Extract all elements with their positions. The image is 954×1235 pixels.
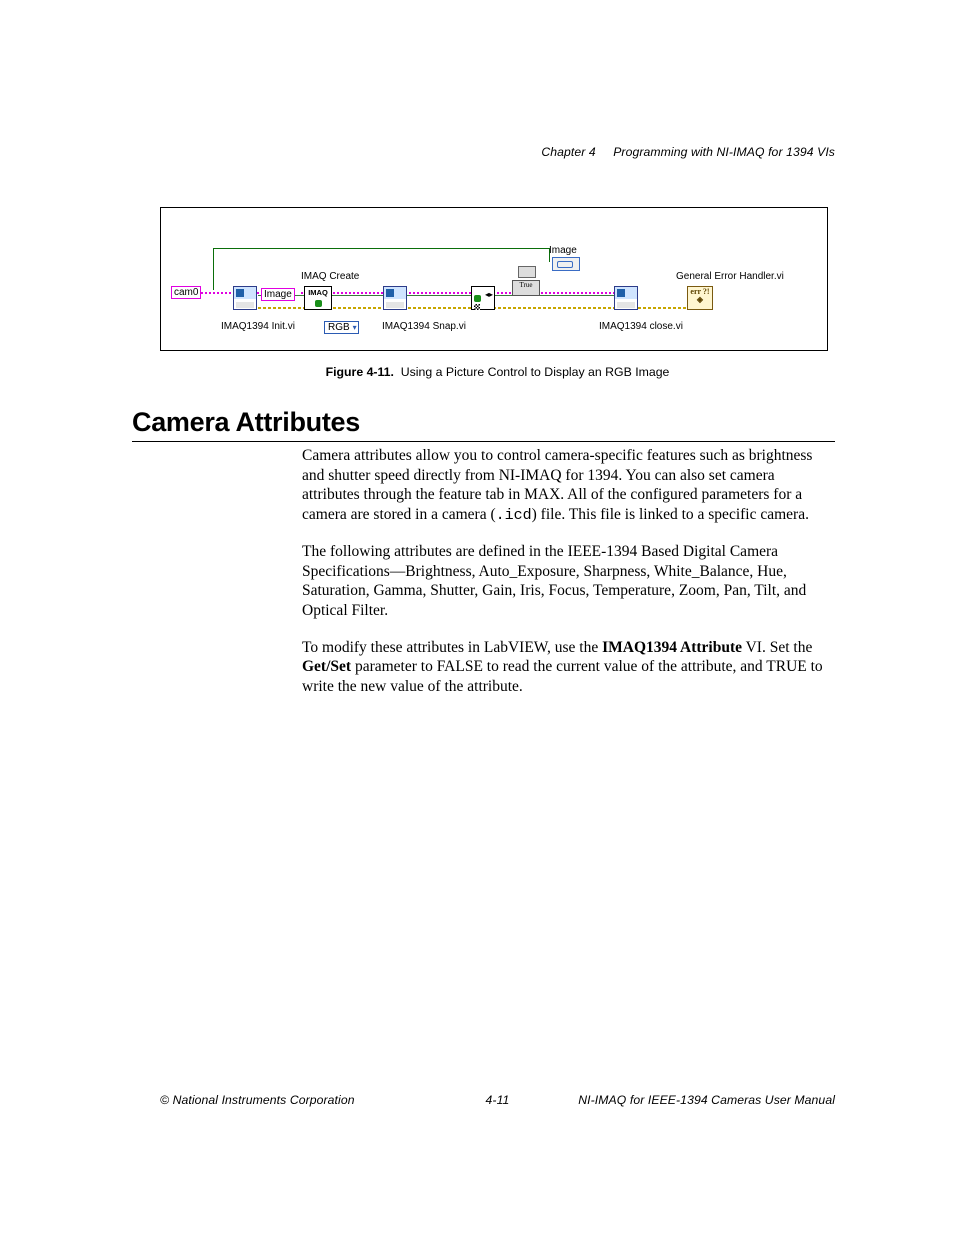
imaq-close-vi-icon xyxy=(614,286,638,310)
wire xyxy=(213,248,549,249)
cam0-control: cam0 xyxy=(171,286,201,299)
green-dot-icon xyxy=(315,300,322,307)
boolean-cluster: True xyxy=(512,266,542,306)
figure-caption: Figure 4-11. Using a Picture Control to … xyxy=(160,365,835,379)
error-handler-icon: err ?!◈ xyxy=(687,286,713,310)
error-handler-icon-text: err ?!◈ xyxy=(688,288,712,305)
image-indicator-label: Image xyxy=(549,245,577,256)
bold-imaq1394-attribute: IMAQ1394 Attribute xyxy=(602,639,742,656)
imaq-snap-vi-icon xyxy=(383,286,407,310)
page-footer: © National Instruments Corporation 4-11 … xyxy=(160,1093,835,1107)
imaq-init-label: IMAQ1394 Init.vi xyxy=(221,321,295,332)
rgb-enum-selector: RGB xyxy=(324,321,359,334)
figure-number: Figure 4-11. xyxy=(326,365,394,379)
imaq-snap-label: IMAQ1394 Snap.vi xyxy=(382,321,466,332)
section-heading: Camera Attributes xyxy=(132,407,835,442)
bold-get-set: Get/Set xyxy=(302,658,351,675)
bool-top-icon xyxy=(518,266,536,278)
chapter-title: Programming with NI-IMAQ for 1394 VIs xyxy=(613,145,835,159)
imaq-create-icon: IMAQ xyxy=(304,286,332,310)
chapter-ref: Chapter 4 xyxy=(541,145,595,159)
paragraph-1: Camera attributes allow you to control c… xyxy=(302,446,827,525)
image-indicator-terminal xyxy=(552,257,580,271)
image-name-control: Image xyxy=(261,288,295,301)
checker-icon xyxy=(474,304,480,310)
error-handler-label: General Error Handler.vi xyxy=(676,271,784,282)
footer-page-number: 4-11 xyxy=(160,1093,835,1107)
imaq-create-icon-text: IMAQ xyxy=(308,288,328,297)
imaq-init-vi-icon xyxy=(233,286,257,310)
figure-block-diagram: cam0 IMAQ1394 Init.vi Image IMAQ Create … xyxy=(160,207,828,351)
wire xyxy=(213,248,214,290)
figure-caption-text: Using a Picture Control to Display an RG… xyxy=(401,365,670,379)
imaq-create-label: IMAQ Create xyxy=(301,271,359,282)
code-icd: .icd xyxy=(496,507,532,524)
wire-pink xyxy=(301,292,631,294)
paragraph-2: The following attributes are defined in … xyxy=(302,542,827,621)
paragraph-3: To modify these attributes in LabVIEW, u… xyxy=(302,638,827,697)
imaq-close-label: IMAQ1394 close.vi xyxy=(599,321,683,332)
body-text-column: Camera attributes allow you to control c… xyxy=(302,446,827,697)
chapter-header: Chapter 4 Programming with NI-IMAQ for 1… xyxy=(160,145,835,159)
bool-true-label: True xyxy=(512,280,540,296)
page-content: Chapter 4 Programming with NI-IMAQ for 1… xyxy=(160,145,835,714)
